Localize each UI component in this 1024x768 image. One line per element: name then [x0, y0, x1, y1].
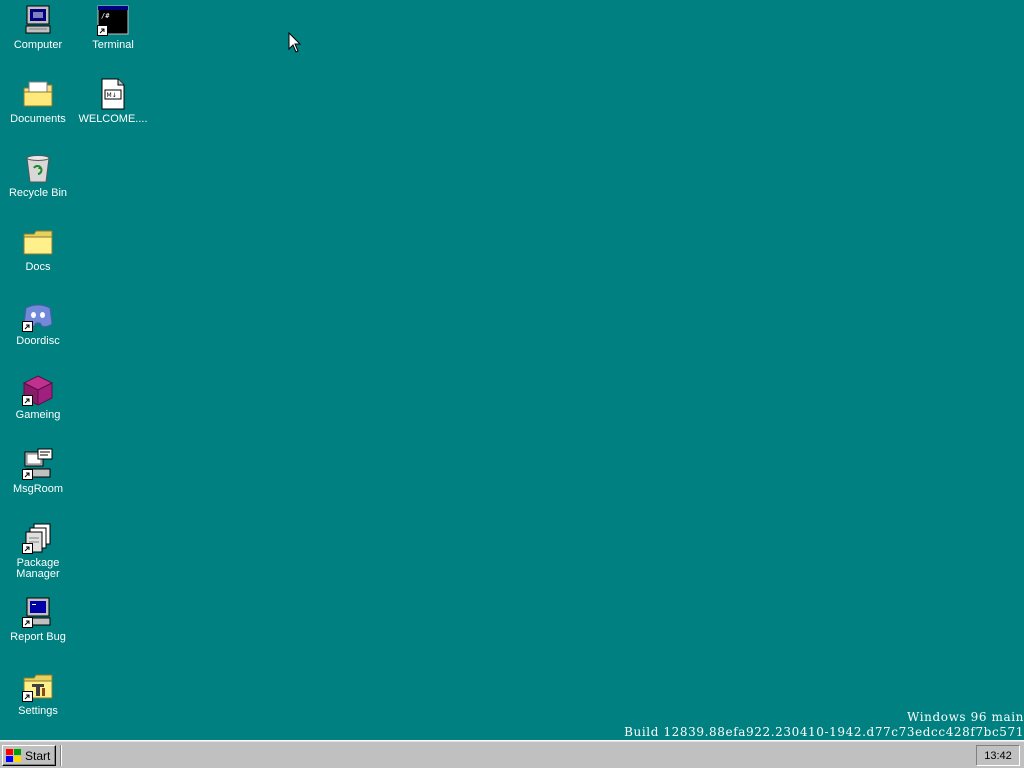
computer-icon	[22, 4, 54, 36]
desktop-icon-welcome[interactable]: M↓ WELCOME....	[77, 74, 149, 138]
watermark-build-string: Build 12839.88efa922.230410-1942.d77c73e…	[624, 725, 1024, 739]
desktop-icon-label: Computer	[13, 39, 63, 51]
msgroom-icon	[22, 448, 54, 480]
desktop-icon-report-bug[interactable]: Report Bug	[2, 592, 74, 656]
desktop-icon-label: Recycle Bin	[8, 187, 68, 199]
desktop-icon-documents[interactable]: Documents	[2, 74, 74, 138]
taskbar-separator	[60, 745, 62, 766]
terminal-icon: /#	[97, 4, 129, 36]
shortcut-arrow-icon	[97, 25, 108, 36]
desktop-icon-package-manager[interactable]: Package Manager	[2, 518, 74, 588]
desktop-icon-label: Documents	[10, 113, 66, 125]
desktop-icon-docs[interactable]: Docs	[2, 222, 74, 286]
shortcut-arrow-icon	[22, 617, 33, 628]
package-manager-icon	[22, 522, 54, 554]
settings-icon	[22, 670, 54, 702]
shortcut-arrow-icon	[22, 321, 33, 332]
desktop-icon-label: Terminal	[92, 39, 134, 51]
desktop-icon-msgroom[interactable]: MsgRoom	[2, 444, 74, 508]
start-button[interactable]: Start	[2, 745, 56, 766]
system-tray[interactable]: 13:42	[976, 745, 1020, 766]
recycle-bin-icon	[22, 152, 54, 184]
desktop-icon-label: WELCOME....	[78, 113, 148, 125]
svg-text:/#: /#	[101, 12, 110, 20]
start-button-label: Start	[25, 748, 51, 763]
desktop-icon-terminal[interactable]: /# Terminal	[77, 0, 149, 64]
desktop-icon-recycle-bin[interactable]: Recycle Bin	[2, 148, 74, 212]
shortcut-arrow-icon	[22, 395, 33, 406]
desktop-icon-label: Gameing	[15, 409, 61, 421]
desktop-icon-label: Report Bug	[10, 631, 66, 643]
documents-folder-icon	[22, 78, 54, 110]
desktop-icon-doordisc[interactable]: Doordisc	[2, 296, 74, 360]
build-watermark: Windows 96 main Build 12839.88efa922.230…	[624, 710, 1024, 740]
desktop-icon-settings[interactable]: Settings	[2, 666, 74, 730]
desktop-icon-label: Package Manager	[16, 557, 60, 580]
desktop[interactable]: Computer /# Terminal Documents M↓ WELCOM…	[0, 0, 1024, 740]
desktop-icon-label: Docs	[25, 261, 51, 273]
tray-clock: 13:42	[984, 749, 1012, 762]
desktop-icon-label: Settings	[18, 705, 58, 717]
folder-icon	[22, 226, 54, 258]
desktop-icon-label: Doordisc	[16, 335, 60, 347]
start-logo-icon	[6, 748, 21, 762]
taskbar: Start 13:42	[0, 740, 1024, 768]
watermark-os-name: Windows 96 main	[906, 710, 1024, 724]
svg-text:M↓: M↓	[107, 92, 117, 99]
shortcut-arrow-icon	[22, 469, 33, 480]
game-cube-icon	[22, 374, 54, 406]
desktop-icon-computer[interactable]: Computer	[2, 0, 74, 64]
markdown-file-icon: M↓	[97, 78, 129, 110]
mouse-cursor-icon	[288, 32, 302, 53]
doordisc-icon	[22, 300, 54, 332]
shortcut-arrow-icon	[22, 691, 33, 702]
report-bug-icon	[22, 596, 54, 628]
shortcut-arrow-icon	[22, 543, 33, 554]
desktop-icon-label: MsgRoom	[12, 483, 64, 495]
desktop-icon-gameing[interactable]: Gameing	[2, 370, 74, 434]
